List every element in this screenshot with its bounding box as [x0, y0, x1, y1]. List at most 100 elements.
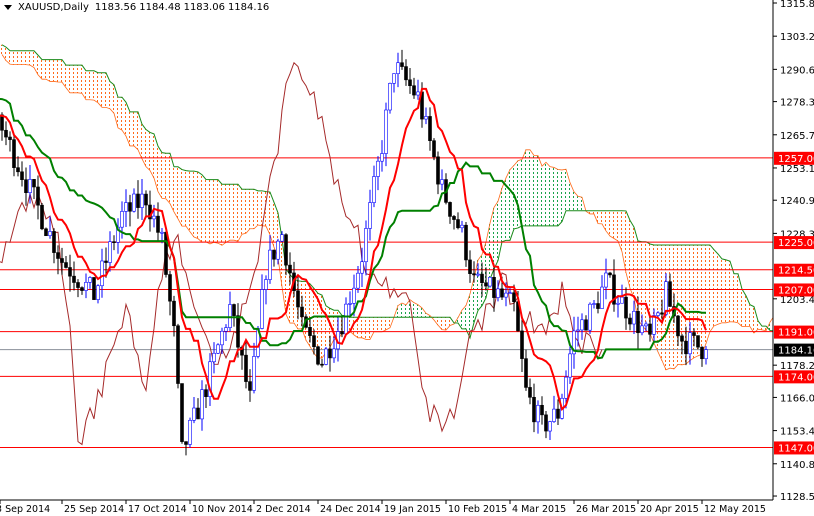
candle	[284, 233, 288, 276]
candle	[376, 156, 380, 191]
cloud-segment	[256, 190, 260, 226]
candle	[428, 107, 432, 151]
level-label: 1174.00	[778, 372, 814, 383]
candle-body	[344, 303, 348, 335]
candle-body	[464, 224, 468, 261]
candle-body	[488, 277, 492, 287]
candle-body	[616, 302, 620, 305]
candle	[432, 138, 436, 161]
candle-body	[460, 224, 464, 229]
price-tick-label: 1265.75	[780, 131, 814, 142]
candle	[244, 342, 248, 389]
candle	[324, 346, 328, 366]
candle-body	[428, 116, 432, 141]
level-label: 1191.00	[778, 328, 814, 339]
candle	[372, 165, 376, 208]
candle	[168, 270, 172, 316]
cloud-segment	[80, 65, 84, 94]
candle	[532, 383, 536, 433]
candle-body	[476, 273, 480, 276]
candle-body	[684, 340, 688, 355]
candle	[88, 276, 92, 289]
candle-body	[424, 116, 428, 120]
cloud-segment	[20, 50, 24, 65]
candle	[72, 261, 76, 291]
candle	[232, 303, 236, 327]
cloud-segment	[396, 305, 400, 318]
candle-body	[416, 91, 420, 96]
candle	[616, 294, 620, 318]
cloud-segment	[184, 170, 188, 227]
candle	[184, 441, 188, 456]
candle	[64, 255, 68, 269]
time-tick-label: 3 Sep 2014	[0, 504, 50, 515]
cloud-segment	[84, 70, 88, 100]
candle-body	[696, 335, 700, 348]
candle	[272, 249, 276, 267]
candle	[608, 271, 612, 278]
candle-body	[552, 408, 556, 422]
candle-body	[88, 277, 92, 283]
candle	[488, 276, 492, 288]
cloud-segment	[176, 166, 180, 219]
candle	[700, 346, 704, 367]
candle	[628, 313, 632, 331]
cloud-segment	[228, 184, 232, 241]
cloud-segment	[552, 167, 556, 226]
cloud-segment	[224, 184, 228, 243]
candle	[416, 79, 420, 100]
candle	[204, 384, 208, 408]
cloud-segment	[104, 72, 108, 108]
candle-body	[16, 167, 20, 173]
candle	[52, 228, 56, 264]
cloud-segment	[748, 304, 752, 327]
candle-body	[40, 204, 44, 230]
candle-body	[252, 356, 256, 391]
candle-body	[320, 363, 324, 366]
candle-body	[340, 331, 344, 335]
candle	[16, 156, 20, 177]
cloud-segment	[360, 317, 364, 338]
candle-body	[8, 136, 12, 140]
candle-body	[76, 282, 80, 288]
price-tick-label: 1240.90	[780, 196, 814, 207]
candle-body	[84, 282, 88, 291]
candle-body	[396, 62, 400, 74]
candle-body	[364, 228, 368, 263]
candle	[568, 345, 572, 384]
cloud-segment	[380, 317, 384, 332]
candle	[524, 349, 528, 391]
cloud-segment	[88, 70, 92, 100]
candle-body	[260, 289, 264, 329]
candle	[320, 358, 324, 368]
candle-body	[152, 215, 156, 220]
collapse-triangle-icon[interactable]	[4, 5, 12, 10]
candle-body	[28, 179, 32, 193]
candle	[380, 140, 384, 172]
price-chart[interactable]: 1315.80 1303.20 1290.60 1278.35 1265.75 1253.…	[0, 0, 814, 516]
candle-body	[56, 252, 60, 259]
candle-body	[504, 292, 508, 298]
candle	[468, 250, 472, 283]
candle-body	[580, 319, 584, 331]
candle	[552, 395, 556, 423]
time-tick-label: 19 Jan 2015	[384, 504, 441, 515]
candle-body	[44, 228, 48, 237]
cloud-segment	[628, 220, 632, 289]
cloud-segment	[148, 132, 152, 171]
candle-body	[384, 109, 388, 154]
cloud-segment	[8, 50, 12, 65]
candle-body	[36, 186, 40, 206]
candle	[212, 342, 216, 374]
time-tick-label: 10 Nov 2014	[192, 504, 253, 515]
candle-body	[264, 279, 268, 290]
candle	[316, 345, 320, 366]
chikou-span-line	[0, 61, 603, 446]
candle	[4, 121, 8, 146]
symbol-label: XAUUSD,Daily	[18, 2, 89, 13]
candle-body	[92, 277, 96, 300]
candle	[44, 227, 48, 237]
candle-body	[68, 267, 72, 277]
cloud-segment	[500, 188, 504, 242]
time-tick-label: 17 Oct 2014	[128, 504, 187, 515]
